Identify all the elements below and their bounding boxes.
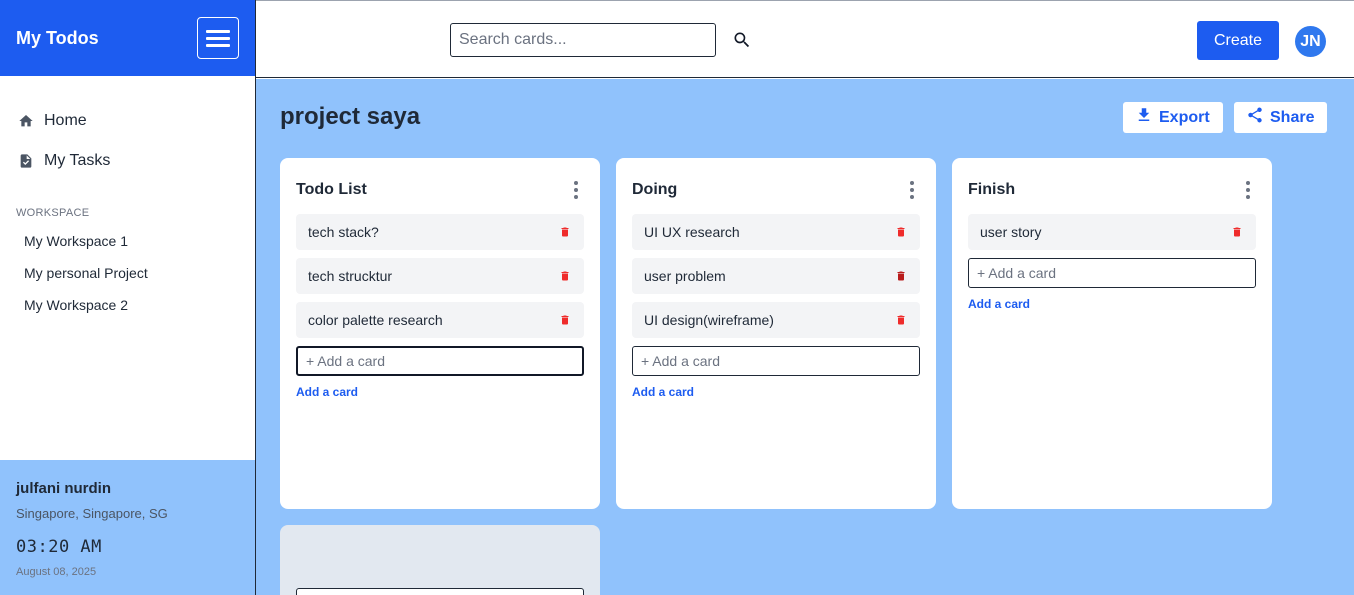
clock-time: 03:20 AM <box>16 537 102 557</box>
board-area: project saya Export Share Todo List tech… <box>256 79 1354 595</box>
more-vertical-icon[interactable] <box>568 180 584 200</box>
add-card-input[interactable] <box>632 346 920 376</box>
list-item[interactable]: UI design(wireframe) <box>632 302 920 338</box>
list-item[interactable]: user story <box>968 214 1256 250</box>
add-card-input[interactable] <box>968 258 1256 288</box>
search-icon[interactable] <box>732 30 752 50</box>
sidebar-item-label: My Tasks <box>44 152 111 169</box>
avatar[interactable]: JN <box>1295 26 1326 57</box>
column-title: Finish <box>968 181 1016 198</box>
trash-icon[interactable] <box>894 268 908 284</box>
list-item[interactable]: tech strucktur <box>296 258 584 294</box>
list-column-finish: Finish user story Add a card <box>952 158 1272 509</box>
workspace-item[interactable]: My Workspace 2 <box>0 289 255 321</box>
share-button[interactable]: Share <box>1234 102 1327 133</box>
card-text: UI UX research <box>644 224 740 240</box>
card-text: user problem <box>644 268 726 284</box>
more-vertical-icon[interactable] <box>1240 180 1256 200</box>
search-input[interactable] <box>450 23 716 57</box>
add-card-button[interactable]: Add a card <box>632 385 920 399</box>
user-location: Singapore, Singapore, SG <box>16 506 168 521</box>
list-item[interactable]: user problem <box>632 258 920 294</box>
more-vertical-icon[interactable] <box>904 180 920 200</box>
add-card-input[interactable] <box>296 346 584 376</box>
column-title: Doing <box>632 181 678 198</box>
create-button[interactable]: Create <box>1197 21 1279 60</box>
add-list-input[interactable] <box>296 588 584 595</box>
topbar: Create JN <box>256 0 1354 78</box>
download-icon <box>1135 106 1153 129</box>
trash-icon[interactable] <box>1230 224 1244 240</box>
list-item[interactable]: UI UX research <box>632 214 920 250</box>
list-item[interactable]: color palette research <box>296 302 584 338</box>
sidebar-item-label: Home <box>44 112 87 129</box>
card-text: tech strucktur <box>308 268 393 284</box>
task-icon <box>17 152 35 170</box>
share-icon <box>1246 106 1264 129</box>
sidebar-item-my-tasks[interactable]: My Tasks <box>0 141 255 181</box>
list-column-todo: Todo List tech stack? tech strucktur col… <box>280 158 600 509</box>
sidebar-nav: Home My Tasks <box>0 76 255 181</box>
trash-icon[interactable] <box>558 312 572 328</box>
user-name: julfani nurdin <box>16 480 111 497</box>
sidebar-item-home[interactable]: Home <box>0 101 255 141</box>
board-title: project saya <box>280 103 421 130</box>
clock-date: August 08, 2025 <box>16 566 97 578</box>
trash-icon[interactable] <box>558 268 572 284</box>
home-icon <box>17 112 35 130</box>
workspace-section-label: WORKSPACE <box>16 207 90 219</box>
add-list-column <box>280 525 600 595</box>
add-card-button[interactable]: Add a card <box>968 297 1256 311</box>
card-text: tech stack? <box>308 224 379 240</box>
trash-icon[interactable] <box>558 224 572 240</box>
hamburger-icon <box>206 29 230 33</box>
workspace-item[interactable]: My Workspace 1 <box>0 225 255 257</box>
brand-header: My Todos <box>0 0 255 76</box>
column-title: Todo List <box>296 181 367 198</box>
export-label: Export <box>1159 108 1210 126</box>
add-card-button[interactable]: Add a card <box>296 385 584 399</box>
list-item[interactable]: tech stack? <box>296 214 584 250</box>
list-column-doing: Doing UI UX research user problem UI des… <box>616 158 936 509</box>
user-panel: julfani nurdin Singapore, Singapore, SG … <box>0 460 255 595</box>
card-text: color palette research <box>308 312 443 328</box>
hamburger-menu-button[interactable] <box>197 17 239 59</box>
export-button[interactable]: Export <box>1123 102 1223 133</box>
card-text: user story <box>980 224 1042 240</box>
app-title: My Todos <box>16 27 99 48</box>
trash-icon[interactable] <box>894 312 908 328</box>
sidebar: My Todos Home My Tasks WORKSPACE My Work… <box>0 0 256 595</box>
trash-icon[interactable] <box>894 224 908 240</box>
card-text: UI design(wireframe) <box>644 312 774 328</box>
workspace-item[interactable]: My personal Project <box>0 257 255 289</box>
share-label: Share <box>1270 108 1315 126</box>
workspace-list: My Workspace 1 My personal Project My Wo… <box>0 225 255 321</box>
